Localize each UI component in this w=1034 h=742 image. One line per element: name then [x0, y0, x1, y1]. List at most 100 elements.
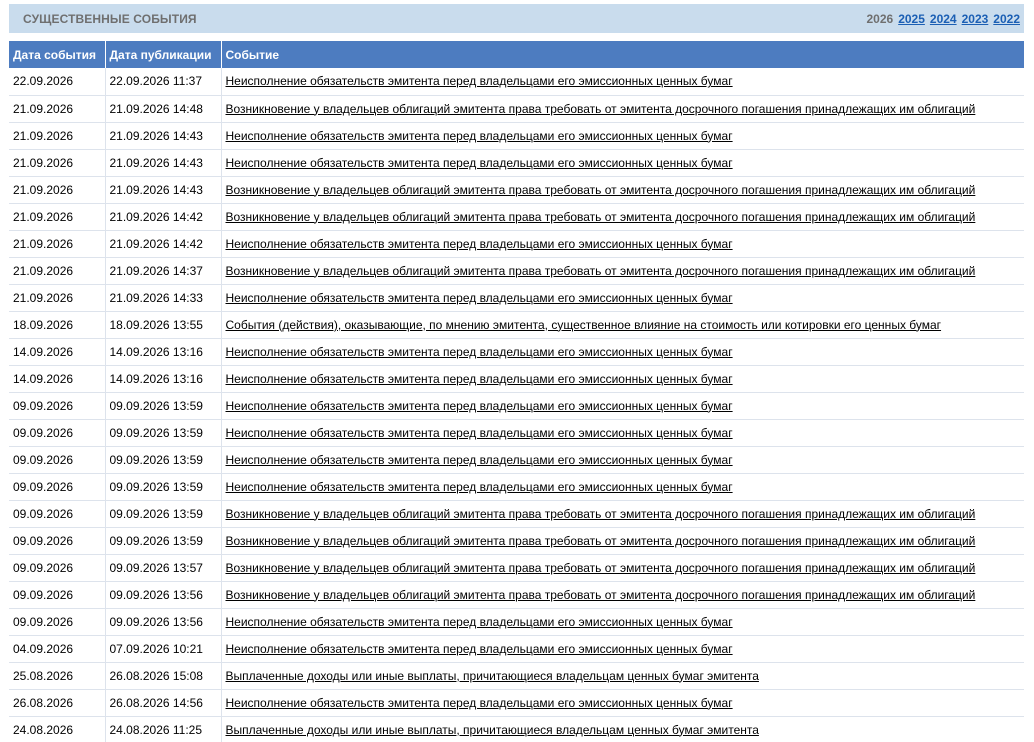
event-date-cell: 21.09.2026	[9, 95, 106, 123]
event-cell: События (действия), оказывающие, по мнен…	[221, 311, 1024, 339]
event-link[interactable]: Неисполнение обязательств эмитента перед…	[226, 696, 733, 710]
event-cell: Неисполнение обязательств эмитента перед…	[221, 419, 1024, 447]
table-row: 14.09.2026 14.09.2026 13:16 Неисполнение о…	[9, 338, 1024, 366]
event-date-cell: 21.09.2026	[9, 284, 106, 312]
event-cell: Возникновение у владельцев облигаций эми…	[221, 554, 1024, 582]
publication-date-cell: 09.09.2026 13:59	[105, 419, 222, 447]
publication-date-cell: 21.09.2026 14:33	[105, 284, 222, 312]
event-link[interactable]: Возникновение у владельцев облигаций эми…	[226, 102, 976, 116]
table-row: 21.09.2026 21.09.2026 14:43 Неисполнение о…	[9, 149, 1024, 177]
event-link[interactable]: Неисполнение обязательств эмитента перед…	[226, 480, 733, 494]
event-link[interactable]: Выплаченные доходы или иные выплаты, при…	[226, 669, 759, 683]
table-row: 09.09.2026 09.09.2026 13:56 Неисполнение о…	[9, 608, 1024, 636]
event-cell: Возникновение у владельцев облигаций эми…	[221, 581, 1024, 609]
event-date-cell: 09.09.2026	[9, 581, 106, 609]
publication-date-cell: 21.09.2026 14:43	[105, 149, 222, 177]
event-link[interactable]: События (действия), оказывающие, по мнен…	[226, 318, 942, 332]
event-link[interactable]: Неисполнение обязательств эмитента перед…	[226, 426, 733, 440]
event-cell: Возникновение у владельцев облигаций эми…	[221, 527, 1024, 555]
event-date-cell: 18.09.2026	[9, 311, 106, 339]
event-cell: Возникновение у владельцев облигаций эми…	[221, 203, 1024, 231]
event-date-cell: 21.09.2026	[9, 176, 106, 204]
column-header-event-date: Дата события	[9, 41, 106, 68]
event-link[interactable]: Неисполнение обязательств эмитента перед…	[226, 642, 733, 656]
event-link[interactable]: Возникновение у владельцев облигаций эми…	[226, 561, 976, 575]
event-cell: Неисполнение обязательств эмитента перед…	[221, 68, 1024, 96]
event-cell: Неисполнение обязательств эмитента перед…	[221, 473, 1024, 501]
event-link[interactable]: Возникновение у владельцев облигаций эми…	[226, 588, 976, 602]
table-row: 21.09.2026 21.09.2026 14:42 Неисполнение о…	[9, 230, 1024, 258]
event-cell: Возникновение у владельцев облигаций эми…	[221, 176, 1024, 204]
publication-date-cell: 22.09.2026 11:37	[105, 68, 222, 96]
event-date-cell: 26.08.2026	[9, 689, 106, 717]
table-row: 21.09.2026 21.09.2026 14:42 Возникновение …	[9, 203, 1024, 231]
column-header-publication-date: Дата публикации	[105, 41, 222, 68]
table-row: 21.09.2026 21.09.2026 14:33 Неисполнение о…	[9, 284, 1024, 312]
year-link-2023[interactable]: 2023	[962, 12, 989, 26]
table-row: 25.08.2026 26.08.2026 15:08 Выплаченные до…	[9, 662, 1024, 690]
event-cell: Неисполнение обязательств эмитента перед…	[221, 635, 1024, 663]
event-link[interactable]: Неисполнение обязательств эмитента перед…	[226, 74, 733, 88]
section-header: СУЩЕСТВЕННЫЕ СОБЫТИЯ 2026 2025 2024 2023 202…	[9, 4, 1024, 33]
event-date-cell: 09.09.2026	[9, 608, 106, 636]
event-date-cell: 22.09.2026	[9, 68, 106, 96]
event-date-cell: 25.08.2026	[9, 662, 106, 690]
event-link[interactable]: Возникновение у владельцев облигаций эми…	[226, 210, 976, 224]
event-link[interactable]: Неисполнение обязательств эмитента перед…	[226, 399, 733, 413]
event-link[interactable]: Возникновение у владельцев облигаций эми…	[226, 264, 976, 278]
event-cell: Неисполнение обязательств эмитента перед…	[221, 122, 1024, 150]
event-cell: Возникновение у владельцев облигаций эми…	[221, 257, 1024, 285]
event-cell: Неисполнение обязательств эмитента перед…	[221, 284, 1024, 312]
event-link[interactable]: Неисполнение обязательств эмитента перед…	[226, 453, 733, 467]
publication-date-cell: 24.08.2026 11:25	[105, 716, 222, 742]
event-link[interactable]: Неисполнение обязательств эмитента перед…	[226, 156, 733, 170]
publication-date-cell: 26.08.2026 14:56	[105, 689, 222, 717]
event-link[interactable]: Неисполнение обязательств эмитента перед…	[226, 291, 733, 305]
table-row: 09.09.2026 09.09.2026 13:59 Неисполнение о…	[9, 392, 1024, 420]
event-cell: Неисполнение обязательств эмитента перед…	[221, 689, 1024, 717]
event-cell: Неисполнение обязательств эмитента перед…	[221, 446, 1024, 474]
event-cell: Возникновение у владельцев облигаций эми…	[221, 500, 1024, 528]
event-date-cell: 09.09.2026	[9, 446, 106, 474]
event-date-cell: 14.09.2026	[9, 338, 106, 366]
table-row: 21.09.2026 21.09.2026 14:43 Возникновение …	[9, 176, 1024, 204]
event-link[interactable]: Неисполнение обязательств эмитента перед…	[226, 129, 733, 143]
event-link[interactable]: Возникновение у владельцев облигаций эми…	[226, 534, 976, 548]
event-date-cell: 24.08.2026	[9, 716, 106, 742]
table-row: 18.09.2026 18.09.2026 13:55 События (дейст…	[9, 311, 1024, 339]
publication-date-cell: 09.09.2026 13:57	[105, 554, 222, 582]
table-row: 26.08.2026 26.08.2026 14:56 Неисполнение о…	[9, 689, 1024, 717]
year-filter: 2026 2025 2024 2023 2022	[866, 12, 1020, 26]
publication-date-cell: 09.09.2026 13:59	[105, 473, 222, 501]
table-row: 09.09.2026 09.09.2026 13:57 Возникновение …	[9, 554, 1024, 582]
publication-date-cell: 18.09.2026 13:55	[105, 311, 222, 339]
event-link[interactable]: Возникновение у владельцев облигаций эми…	[226, 507, 976, 521]
event-cell: Неисполнение обязательств эмитента перед…	[221, 338, 1024, 366]
event-date-cell: 14.09.2026	[9, 365, 106, 393]
table-row: 09.09.2026 09.09.2026 13:59 Неисполнение о…	[9, 446, 1024, 474]
event-date-cell: 09.09.2026	[9, 419, 106, 447]
event-link[interactable]: Неисполнение обязательств эмитента перед…	[226, 372, 733, 386]
event-link[interactable]: Возникновение у владельцев облигаций эми…	[226, 183, 976, 197]
publication-date-cell: 14.09.2026 13:16	[105, 338, 222, 366]
publication-date-cell: 09.09.2026 13:59	[105, 446, 222, 474]
publication-date-cell: 21.09.2026 14:48	[105, 95, 222, 123]
table-row: 21.09.2026 21.09.2026 14:37 Возникновение …	[9, 257, 1024, 285]
year-link-2024[interactable]: 2024	[930, 12, 957, 26]
event-cell: Неисполнение обязательств эмитента перед…	[221, 365, 1024, 393]
event-link[interactable]: Неисполнение обязательств эмитента перед…	[226, 345, 733, 359]
event-cell: Неисполнение обязательств эмитента перед…	[221, 149, 1024, 177]
event-link[interactable]: Выплаченные доходы или иные выплаты, при…	[226, 723, 759, 737]
event-link[interactable]: Неисполнение обязательств эмитента перед…	[226, 237, 733, 251]
event-date-cell: 21.09.2026	[9, 203, 106, 231]
publication-date-cell: 09.09.2026 13:59	[105, 527, 222, 555]
publication-date-cell: 07.09.2026 10:21	[105, 635, 222, 663]
year-link-2026: 2026	[866, 11, 894, 26]
year-link-2025[interactable]: 2025	[898, 12, 925, 26]
event-date-cell: 09.09.2026	[9, 500, 106, 528]
table-row: 22.09.2026 22.09.2026 11:37 Неисполнение о…	[9, 68, 1024, 96]
event-date-cell: 21.09.2026	[9, 149, 106, 177]
event-link[interactable]: Неисполнение обязательств эмитента перед…	[226, 615, 733, 629]
year-link-2022[interactable]: 2022	[993, 12, 1020, 26]
event-cell: Возникновение у владельцев облигаций эми…	[221, 95, 1024, 123]
